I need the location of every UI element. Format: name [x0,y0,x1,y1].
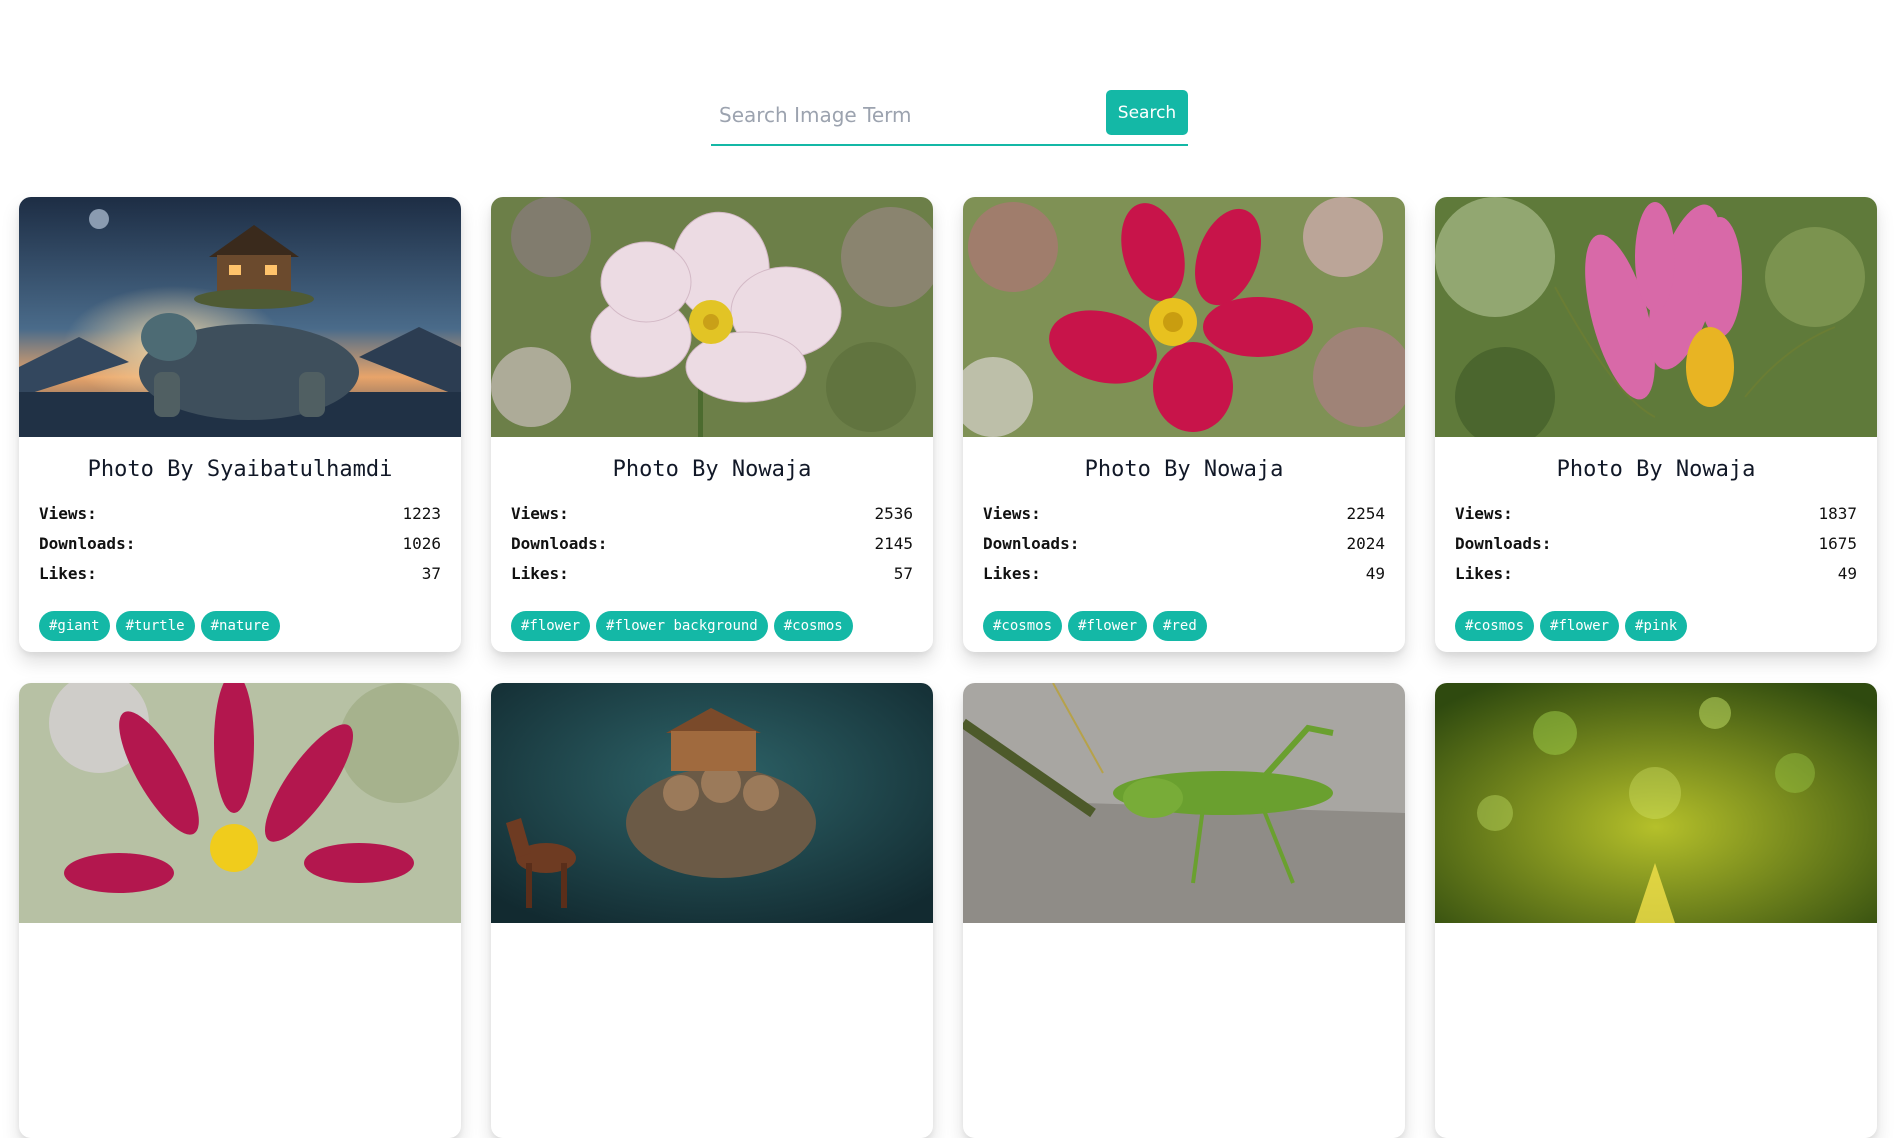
downloads-count: 1675 [1818,534,1857,553]
card-image[interactable] [19,683,461,923]
turtle-horse-image [491,683,933,923]
likes-count: 37 [421,564,441,583]
photographer-name: Photo By Syaibatulhamdi [87,457,393,482]
image-stats: Views: 2254 Downloads: 2024 Likes: 49 [963,499,1405,589]
red-cosmos-image [963,197,1405,437]
likes-label: Likes: [511,564,569,583]
views-label: Views: [511,504,569,523]
tag-chip[interactable]: #flower [1540,611,1620,641]
tag-chip[interactable]: #pink [1625,611,1688,641]
search-input[interactable] [711,95,1091,135]
image-card[interactable]: Photo By Nowaja Views: 1837 Downloads: 167… [1435,197,1877,652]
views-count: 2536 [874,504,913,523]
tag-list: #flower #flower background #cosmos [491,589,933,641]
tag-chip[interactable]: #cosmos [1455,611,1535,641]
views-label: Views: [39,504,97,523]
image-card[interactable]: Photo By Nowaja Views: 2536 Downloads: 214… [491,197,933,652]
likes-label: Likes: [39,564,97,583]
downloads-count: 2145 [874,534,913,553]
image-card[interactable] [963,683,1405,1138]
pale-cosmos-image [491,197,933,437]
card-image[interactable] [491,197,933,437]
tag-chip[interactable]: #flower [511,611,591,641]
green-bokeh-image [1435,683,1877,923]
views-count: 1837 [1818,504,1857,523]
image-stats: Views: 1223 Downloads: 1026 Likes: 37 [19,499,461,589]
downloads-row: Downloads: 2145 [511,529,913,559]
pink-cosmos-image [1435,197,1877,437]
tag-list: #cosmos #flower #pink [1435,589,1877,641]
tag-chip[interactable]: #turtle [115,611,195,641]
likes-count: 57 [893,564,913,583]
card-image[interactable] [19,197,461,437]
search-button[interactable]: Search [1106,90,1188,135]
card-image[interactable] [1435,683,1877,923]
photographer-name: Photo By Nowaja [612,457,812,482]
image-stats: Views: 2536 Downloads: 2145 Likes: 57 [491,499,933,589]
tag-chip[interactable]: #nature [200,611,280,641]
downloads-row: Downloads: 2024 [983,529,1385,559]
downloads-row: Downloads: 1675 [1455,529,1857,559]
downloads-label: Downloads: [39,534,136,553]
likes-label: Likes: [983,564,1041,583]
tag-chip[interactable]: #red [1153,611,1207,641]
downloads-count: 2024 [1346,534,1385,553]
image-card[interactable]: Photo By Syaibatulhamdi Views: 1223 Downl… [19,197,461,652]
image-card[interactable] [19,683,461,1138]
likes-count: 49 [1837,564,1857,583]
photographer-name: Photo By Nowaja [1084,457,1284,482]
magenta-cosmos-image [19,683,461,923]
image-grid: Photo By Syaibatulhamdi Views: 1223 Downl… [19,197,1877,1138]
likes-row: Likes: 57 [511,559,913,589]
likes-row: Likes: 49 [1455,559,1857,589]
views-label: Views: [1455,504,1513,523]
image-card[interactable] [1435,683,1877,1138]
views-row: Views: 2254 [983,499,1385,529]
card-image[interactable] [963,683,1405,923]
photographer-name: Photo By Nowaja [1556,457,1756,482]
views-count: 1223 [402,504,441,523]
grasshopper-image [963,683,1405,923]
downloads-count: 1026 [402,534,441,553]
tag-list: #cosmos #flower #red [963,589,1405,641]
downloads-label: Downloads: [511,534,608,553]
downloads-label: Downloads: [1455,534,1552,553]
image-card[interactable]: Photo By Nowaja Views: 2254 Downloads: 202… [963,197,1405,652]
tag-list: #giant #turtle #nature [19,589,461,641]
views-label: Views: [983,504,1041,523]
tag-chip[interactable]: #cosmos [983,611,1063,641]
card-image[interactable] [1435,197,1877,437]
downloads-row: Downloads: 1026 [39,529,441,559]
tag-chip[interactable]: #giant [39,611,110,641]
views-row: Views: 2536 [511,499,913,529]
search-form: Search [711,89,1188,146]
likes-row: Likes: 37 [39,559,441,589]
card-image[interactable] [963,197,1405,437]
downloads-label: Downloads: [983,534,1080,553]
likes-label: Likes: [1455,564,1513,583]
tag-chip[interactable]: #flower [1068,611,1148,641]
tag-chip[interactable]: #flower background [596,611,768,641]
turtle-house-image [19,197,461,437]
views-row: Views: 1837 [1455,499,1857,529]
image-card[interactable] [491,683,933,1138]
card-image[interactable] [491,683,933,923]
views-count: 2254 [1346,504,1385,523]
tag-chip[interactable]: #cosmos [773,611,853,641]
likes-row: Likes: 49 [983,559,1385,589]
likes-count: 49 [1365,564,1385,583]
image-stats: Views: 1837 Downloads: 1675 Likes: 49 [1435,499,1877,589]
views-row: Views: 1223 [39,499,441,529]
